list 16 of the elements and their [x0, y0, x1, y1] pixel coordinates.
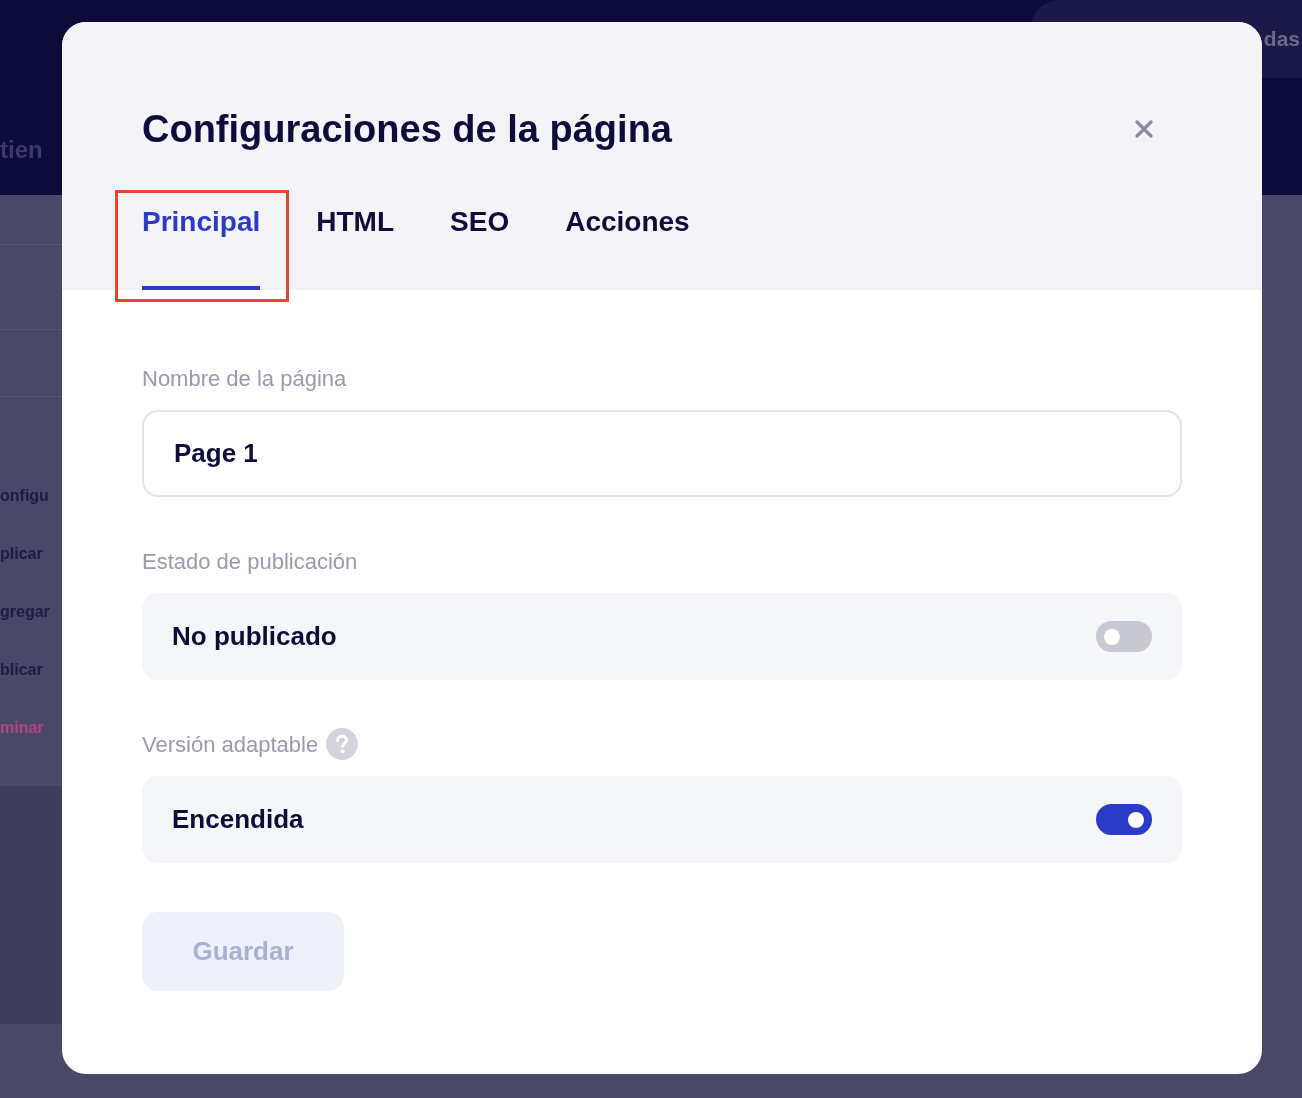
- toggle-value: No publicado: [172, 620, 337, 653]
- toggle-switch[interactable]: [1096, 804, 1152, 835]
- field-label: Estado de publicación: [142, 547, 358, 576]
- tab[interactable]: Acciones: [565, 205, 690, 290]
- dialog-title: Configuraciones de la página: [142, 107, 672, 152]
- header-pill-label[interactable]: das: [1263, 23, 1300, 55]
- toggle-switch[interactable]: [1096, 621, 1152, 652]
- page-name-field[interactable]: Page 1: [142, 410, 1182, 497]
- toggle-value: Encendida: [172, 803, 304, 836]
- menu-item[interactable]: minar: [0, 699, 62, 757]
- tab[interactable]: SEO: [450, 205, 510, 290]
- close-icon: [1135, 120, 1153, 138]
- field-label: Nombre de la página: [142, 364, 347, 393]
- field-label: Versión adaptable: [142, 730, 319, 759]
- tab[interactable]: Principal: [142, 205, 261, 290]
- tab[interactable]: HTML: [316, 205, 395, 290]
